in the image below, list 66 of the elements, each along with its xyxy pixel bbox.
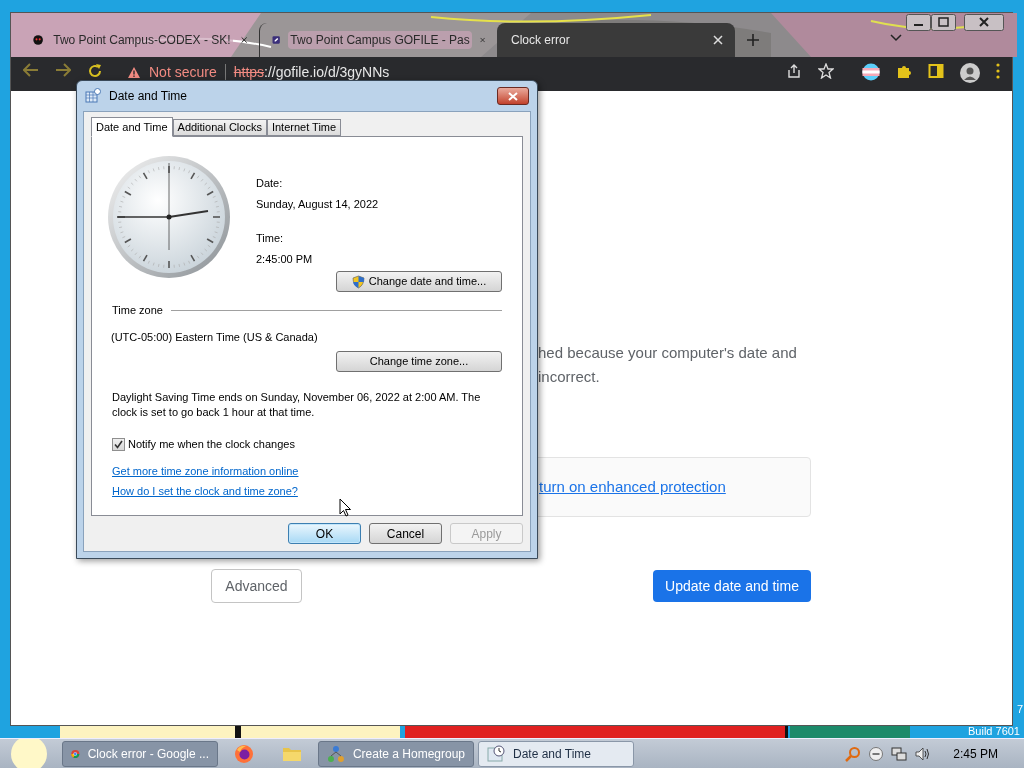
taskbar-clock[interactable]: 2:45 PM [953, 744, 998, 763]
network-icon [327, 744, 345, 763]
taskbar-label: Clock error - Google ... [87, 745, 209, 763]
tab-title: Two Point Campus GOFILE - Pas [288, 31, 472, 49]
dialog-tab[interactable]: Date and Time [91, 117, 173, 137]
start-button-icon[interactable] [10, 738, 48, 768]
date-label: Date: [256, 176, 284, 191]
close-button[interactable] [497, 87, 529, 105]
notify-label: Notify me when the clock changes [128, 437, 295, 452]
dialog-tab[interactable]: Additional Clocks [172, 119, 267, 136]
not-secure-label: Not secure [149, 64, 217, 80]
enhanced-protection-link[interactable]: turn on enhanced protection [539, 475, 726, 499]
dialog-button[interactable]: Cancel [369, 523, 442, 544]
url-text: https://gofile.io/d/3gyNNs [233, 64, 390, 80]
taskbar-label: Create a Homegroup [352, 745, 465, 763]
minimize-icon[interactable] [906, 14, 931, 31]
notify-checkbox[interactable] [112, 437, 125, 451]
close-icon[interactable] [240, 35, 247, 45]
share-icon[interactable] [786, 63, 802, 79]
desktop-build-text: Build 7601 [968, 725, 1020, 737]
skull-icon [33, 32, 44, 48]
advanced-button[interactable]: Advanced [211, 569, 302, 603]
clock-icon [487, 744, 505, 763]
dialog-title: Date and Time [109, 88, 188, 105]
reload-icon[interactable] [87, 63, 103, 79]
time-zone-heading: Time zone [112, 303, 163, 318]
update-date-button[interactable]: Update date and time [653, 570, 811, 602]
forward-arrow-icon[interactable] [55, 63, 71, 77]
side-panel-icon[interactable] [928, 63, 944, 79]
network-status-icon[interactable] [891, 745, 908, 762]
taskbar-window-button[interactable]: Date and Time [478, 740, 634, 767]
new-tab-icon[interactable] [747, 34, 759, 46]
menu-icon[interactable] [996, 63, 1000, 79]
firefox-icon [234, 743, 254, 764]
maximize-icon[interactable] [931, 14, 956, 31]
time-label: Time: [256, 231, 285, 246]
speaker-icon[interactable] [915, 745, 932, 762]
back-arrow-icon[interactable] [23, 63, 39, 77]
tab-title: Clock error [510, 32, 571, 49]
profile-icon[interactable] [960, 63, 980, 83]
star-icon[interactable] [818, 63, 834, 79]
dialog-tab[interactable]: Internet Time [266, 119, 342, 136]
error-message-text: incorrect. [538, 367, 601, 387]
close-icon [508, 91, 518, 101]
dialog-button[interactable]: OK [288, 523, 361, 544]
browser-tab[interactable]: Clock error [497, 23, 735, 57]
taskbar-label: Date and Time [513, 745, 592, 763]
help-link[interactable]: How do I set the clock and time zone? [112, 483, 298, 500]
date-value: Sunday, August 14, 2022 [256, 196, 380, 212]
flag-icon[interactable] [862, 63, 880, 81]
shield-icon [351, 274, 365, 289]
chevron-down-icon[interactable] [890, 34, 902, 42]
puzzle-icon[interactable] [896, 63, 912, 79]
dst-note-text: Daylight Saving Time ends on Sunday, November 06, 2022 at 2:00 AM. The clock is set to go back 1 hour at that time. [112, 390, 482, 420]
desktop-build-text: 7 [1016, 703, 1023, 715]
change-date-time-button[interactable]: Change date and time... [336, 271, 502, 292]
close-icon[interactable] [964, 14, 1004, 31]
time-zone-value: (UTC-05:00) Eastern Time (US & Canada) [111, 329, 319, 345]
warning-icon [127, 65, 141, 79]
checkmark-icon [114, 439, 123, 449]
change-time-zone-button[interactable]: Change time zone... [336, 351, 502, 372]
calendar-clock-icon [85, 88, 101, 104]
address-bar[interactable]: Not secure https://gofile.io/d/3gyNNs [127, 63, 770, 81]
time-value: 2:45:00 PM [256, 251, 314, 267]
help-link[interactable]: Get more time zone information online [112, 462, 299, 479]
error-message-text: hed because your computer's date and [538, 343, 798, 363]
